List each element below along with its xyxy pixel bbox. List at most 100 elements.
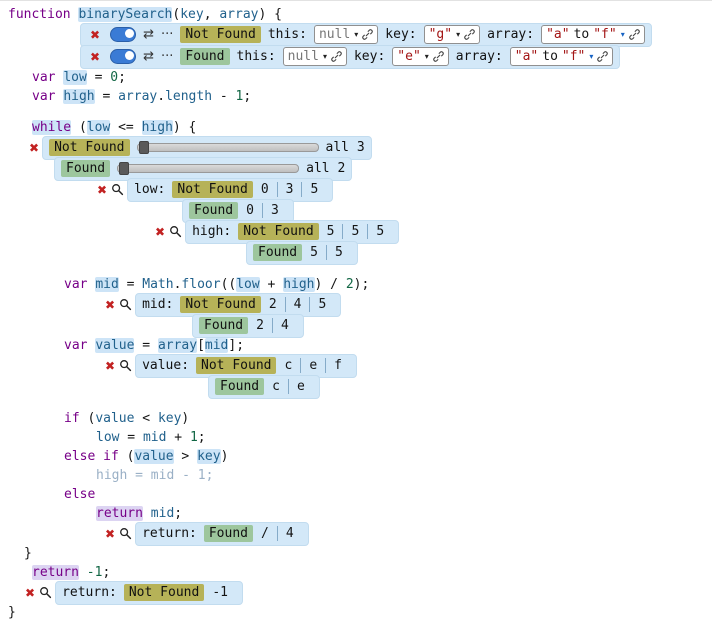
- probe-value-cell[interactable]: 4: [272, 318, 297, 333]
- more-options-icon[interactable]: ···: [161, 50, 173, 63]
- array-value-dropdown[interactable]: "a" to "f" ▾: [510, 47, 614, 66]
- remove-probe-icon[interactable]: ✖: [26, 141, 42, 155]
- array-value-dropdown[interactable]: "a" to "f" ▾: [541, 25, 645, 44]
- probe-value-cell[interactable]: 5: [301, 182, 326, 197]
- remove-example-icon[interactable]: ✖: [87, 50, 103, 64]
- probe-value-cell[interactable]: e: [300, 358, 325, 373]
- probe-value-cell[interactable]: 4: [285, 297, 310, 312]
- iteration-slider[interactable]: [117, 164, 299, 173]
- magnifier-icon[interactable]: [169, 225, 182, 238]
- probe-value-cell[interactable]: 5: [309, 297, 334, 312]
- status-badge-not-found[interactable]: Not Found: [196, 357, 276, 374]
- array-to-value: "f": [593, 27, 616, 42]
- probe-value-cell[interactable]: 0: [260, 182, 277, 197]
- code-token: Math: [142, 277, 173, 292]
- magnifier-icon[interactable]: [119, 527, 132, 540]
- probe-value-cell[interactable]: -1: [211, 585, 236, 600]
- code-token: key: [197, 449, 220, 464]
- probe-value-cell[interactable]: 4: [277, 526, 302, 541]
- link-icon[interactable]: [597, 51, 608, 62]
- remove-probe-icon[interactable]: ✖: [152, 225, 168, 239]
- status-badge-found[interactable]: Found: [199, 317, 248, 334]
- probe-value-cell[interactable]: 2: [255, 318, 272, 333]
- probe-value-cell[interactable]: 0: [245, 203, 262, 218]
- link-icon[interactable]: [331, 51, 342, 62]
- this-value-dropdown[interactable]: null ▾: [314, 25, 378, 44]
- code-token: if: [103, 449, 119, 464]
- status-badge-found[interactable]: Found: [204, 525, 253, 542]
- status-badge-found[interactable]: Found: [189, 202, 238, 219]
- status-badge-found[interactable]: Found: [253, 244, 302, 261]
- status-badge-found[interactable]: Found: [61, 160, 110, 177]
- magnifier-icon[interactable]: [119, 359, 132, 372]
- code-token: if: [64, 411, 80, 426]
- iteration-slider-row-found: Found all 2: [54, 158, 710, 179]
- probe-value-cell[interactable]: 5: [342, 224, 367, 239]
- magnifier-icon[interactable]: [111, 183, 124, 196]
- probe-value-cell[interactable]: c: [271, 379, 288, 394]
- iteration-slider[interactable]: [137, 143, 319, 152]
- slider-handle[interactable]: [119, 162, 129, 175]
- array-range-word: to: [574, 27, 590, 42]
- status-badge-found[interactable]: Found: [180, 48, 229, 65]
- probe-value-cell[interactable]: e: [288, 379, 313, 394]
- remove-probe-icon[interactable]: ✖: [102, 298, 118, 312]
- probe-values: cef: [283, 358, 349, 373]
- probe-box: return: Not Found -1: [55, 581, 243, 605]
- magnifier-icon[interactable]: [39, 586, 52, 599]
- code-line-high-assign: high = mid - 1;: [6, 466, 710, 485]
- key-value-dropdown[interactable]: "g" ▾: [424, 25, 481, 44]
- array-label: array:: [456, 49, 503, 64]
- probe-row-mid-found: Found 24: [192, 315, 710, 336]
- probe-value-cell[interactable]: 5: [309, 245, 326, 260]
- swap-arrows-icon[interactable]: ⇄: [143, 28, 154, 41]
- probe-value-cell[interactable]: f: [325, 358, 350, 373]
- status-badge-not-found[interactable]: Not Found: [172, 181, 252, 198]
- link-icon[interactable]: [433, 51, 444, 62]
- code-token: ;: [198, 430, 206, 445]
- more-options-icon[interactable]: ···: [161, 28, 173, 41]
- status-badge-not-found[interactable]: Not Found: [238, 223, 318, 240]
- array-label: array:: [487, 27, 534, 42]
- toggle-switch[interactable]: [110, 49, 136, 64]
- status-badge-not-found[interactable]: Not Found: [180, 26, 260, 43]
- probe-value-cell[interactable]: 5: [367, 224, 392, 239]
- code-token: ;: [174, 506, 182, 521]
- code-token: );: [354, 277, 370, 292]
- remove-probe-icon[interactable]: ✖: [94, 183, 110, 197]
- probe-value-cell[interactable]: 5: [326, 245, 351, 260]
- swap-arrows-icon[interactable]: ⇄: [143, 50, 154, 63]
- code-token: value: [134, 449, 173, 464]
- status-badge-not-found[interactable]: Not Found: [124, 584, 204, 601]
- magnifier-icon[interactable]: [119, 298, 132, 311]
- probe-box: Found 03: [182, 199, 294, 223]
- status-badge-found[interactable]: Found: [215, 378, 264, 395]
- code-token: ];: [228, 338, 244, 353]
- call-example-row-found: ✖ ⇄ ··· Found this: null ▾ key: "e" ▾ ar…: [80, 46, 710, 67]
- probe-value-cell[interactable]: 5: [326, 224, 343, 239]
- remove-example-icon[interactable]: ✖: [87, 28, 103, 42]
- link-icon[interactable]: [464, 29, 475, 40]
- status-badge-not-found[interactable]: Not Found: [49, 139, 129, 156]
- this-value-dropdown[interactable]: null ▾: [283, 47, 347, 66]
- link-icon[interactable]: [362, 29, 373, 40]
- remove-probe-icon[interactable]: ✖: [22, 586, 38, 600]
- status-badge-not-found[interactable]: Not Found: [180, 296, 260, 313]
- code-token: mid: [143, 430, 166, 445]
- code-token: binarySearch: [78, 7, 172, 22]
- link-icon[interactable]: [629, 29, 640, 40]
- probe-value-cell[interactable]: 2: [268, 297, 285, 312]
- code-token: var: [64, 338, 87, 353]
- call-example-box: ✖ ⇄ ··· Not Found this: null ▾ key: "g" …: [80, 23, 652, 47]
- remove-probe-icon[interactable]: ✖: [102, 359, 118, 373]
- probe-value-cell[interactable]: c: [283, 358, 300, 373]
- probe-value-cell[interactable]: 3: [277, 182, 302, 197]
- probe-value-cell[interactable]: /: [260, 526, 277, 541]
- slider-handle[interactable]: [139, 141, 149, 154]
- toggle-switch[interactable]: [110, 27, 136, 42]
- code-token: array: [219, 7, 258, 22]
- key-value-dropdown[interactable]: "e" ▾: [392, 47, 449, 66]
- probe-value-cell[interactable]: 3: [262, 203, 287, 218]
- code-token: key: [180, 7, 203, 22]
- remove-probe-icon[interactable]: ✖: [102, 527, 118, 541]
